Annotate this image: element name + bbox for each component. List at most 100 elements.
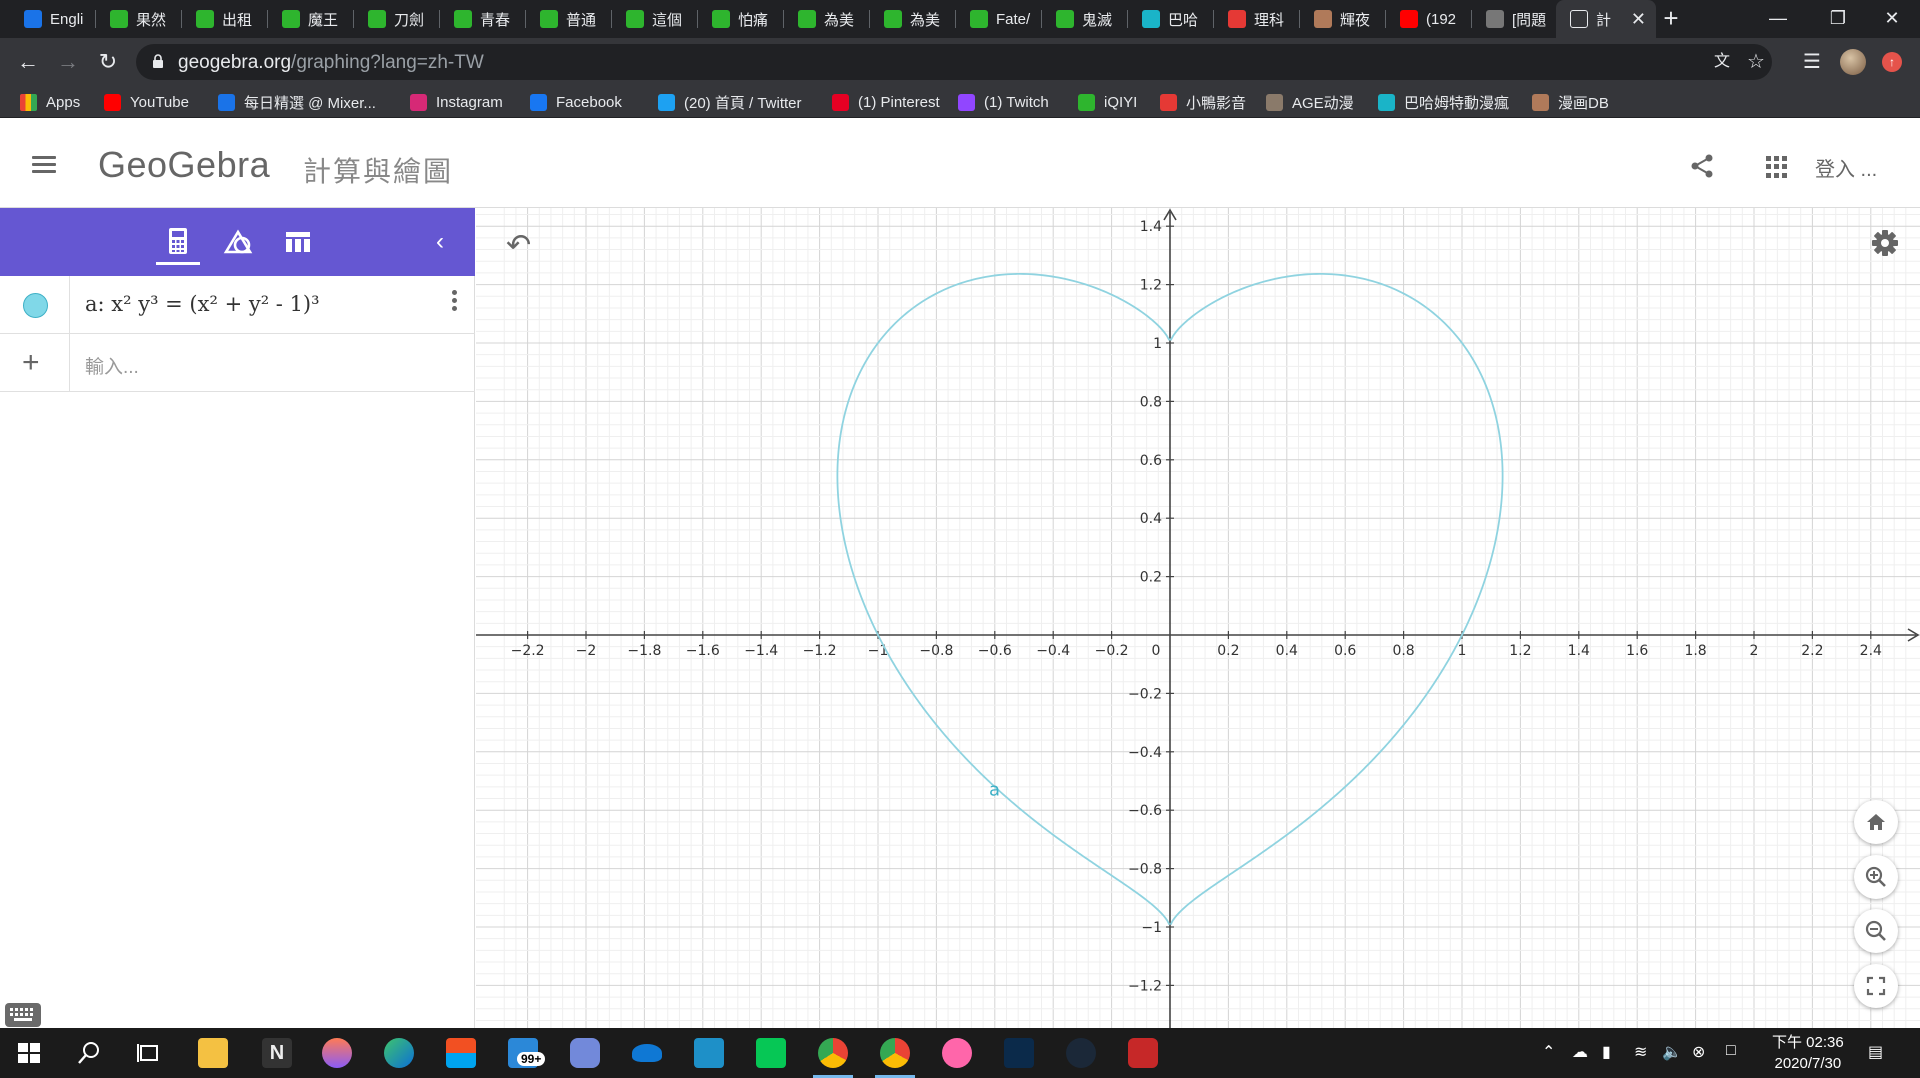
extension-icon[interactable]: ↑	[1882, 52, 1902, 72]
bookmark-item[interactable]: Instagram	[410, 92, 503, 112]
clock[interactable]: 下午 02:36 2020/7/30	[1772, 1032, 1844, 1074]
graphics-view[interactable]: −2.2 −2 −1.8 −1.6 −1.4 −1.2 −1 −0.8 −0.6 −0.4 −0.2…	[476, 208, 1920, 1028]
line-app-icon[interactable]	[756, 1038, 786, 1068]
garena-icon[interactable]	[1128, 1038, 1158, 1068]
ime-icon[interactable]: □	[1726, 1042, 1736, 1060]
algebra-input[interactable]: 輸入...	[85, 352, 139, 379]
paint-drop-icon[interactable]	[322, 1038, 352, 1068]
camera-app-icon[interactable]	[694, 1038, 724, 1068]
task-view-icon[interactable]	[134, 1038, 164, 1068]
chrome-icon[interactable]	[818, 1038, 848, 1068]
bookmark-item[interactable]: 每日精選 @ Mixer...	[218, 92, 376, 112]
keyboard-icon[interactable]	[5, 1003, 41, 1027]
discord-icon[interactable]	[570, 1038, 600, 1068]
notion-icon[interactable]: N	[262, 1038, 292, 1068]
share-icon[interactable]	[1688, 152, 1716, 180]
bookmark-item[interactable]: 小鴨影音	[1160, 92, 1246, 112]
algebra-expression[interactable]: a: x² y³ = (x² + y² - 1)³	[85, 292, 320, 316]
bookmark-item[interactable]: YouTube	[104, 92, 189, 112]
tray-chevron-icon[interactable]: ⌃	[1542, 1042, 1555, 1062]
graph-canvas[interactable]: −2.2 −2 −1.8 −1.6 −1.4 −1.2 −1 −0.8 −0.6 −0.4 −0.2…	[476, 208, 1920, 1028]
search-icon[interactable]	[74, 1038, 104, 1068]
browser-tab[interactable]: 輝夜	[1300, 0, 1386, 38]
algebra-input-gutter: +	[0, 334, 70, 392]
apps-grid-icon[interactable]	[1766, 156, 1788, 178]
algebra-item[interactable]: a: x² y³ = (x² + y² - 1)³	[0, 276, 475, 334]
collapse-panel-icon[interactable]: ‹	[436, 228, 444, 256]
onedrive-tray-icon[interactable]: ☁	[1572, 1042, 1588, 1062]
visibility-toggle[interactable]	[23, 293, 48, 318]
home-view-button[interactable]	[1854, 800, 1898, 844]
bookmark-item[interactable]: iQIYI	[1078, 92, 1137, 112]
settings-gear-icon[interactable]	[1870, 228, 1900, 258]
reload-button[interactable]: ↻	[94, 48, 122, 76]
browser-tab[interactable]: [問題	[1472, 0, 1558, 38]
browser-tab[interactable]: 理科	[1214, 0, 1300, 38]
bookmark-item[interactable]: 漫画DB	[1532, 92, 1609, 112]
table-icon[interactable]	[280, 224, 316, 260]
calculator-icon[interactable]	[160, 224, 196, 260]
menu-icon[interactable]	[32, 156, 56, 174]
bookmark-item[interactable]: (20) 首頁 / Twitter	[658, 92, 802, 112]
store-icon[interactable]	[446, 1038, 476, 1068]
app-launcher-icon[interactable]	[1004, 1038, 1034, 1068]
bookmark-star-icon[interactable]: ☆	[1744, 50, 1768, 74]
volume-icon[interactable]: 🔈	[1662, 1042, 1682, 1062]
chrome-profile-icon[interactable]	[880, 1038, 910, 1068]
browser-tab[interactable]: 出租	[182, 0, 268, 38]
login-button[interactable]: 登入 ...	[1815, 153, 1877, 182]
address-bar[interactable]: geogebra.org/graphing?lang=zh-TW 文 ☆	[136, 44, 1772, 80]
translate-icon[interactable]: 文	[1710, 50, 1734, 74]
bookmark-item[interactable]: Facebook	[530, 92, 622, 112]
browser-tab[interactable]: 為美	[870, 0, 956, 38]
steam-icon[interactable]	[1066, 1038, 1096, 1068]
more-options-icon[interactable]	[452, 290, 458, 314]
geometry-tools-icon[interactable]	[220, 224, 256, 260]
bookmark-item[interactable]: (1) Pinterest	[832, 92, 940, 112]
windows-start-icon[interactable]	[14, 1038, 44, 1068]
browser-tab[interactable]: 普通	[526, 0, 612, 38]
plus-icon[interactable]: +	[22, 346, 40, 380]
geogebra-logo[interactable]: GeoGebra	[98, 144, 270, 186]
browser-tab[interactable]: 怕痛	[698, 0, 784, 38]
browser-tab-active[interactable]: 計 ✕	[1556, 0, 1656, 38]
new-tab-button[interactable]: +	[1656, 4, 1686, 34]
bookmark-item[interactable]: (1) Twitch	[958, 92, 1049, 112]
browser-tab[interactable]: 巴哈	[1128, 0, 1214, 38]
onedrive-icon[interactable]	[632, 1044, 662, 1062]
undo-icon[interactable]: ↶	[506, 228, 531, 263]
bookmark-item[interactable]: Apps	[20, 92, 80, 112]
algebra-input-row[interactable]: + 輸入...	[0, 334, 475, 392]
browser-tab[interactable]: 魔王	[268, 0, 354, 38]
browser-tab[interactable]: 鬼滅	[1042, 0, 1128, 38]
bookmark-item[interactable]: 巴哈姆特動漫瘋	[1378, 92, 1509, 112]
edge-browser-icon[interactable]	[384, 1038, 414, 1068]
wifi-icon[interactable]: ≋	[1634, 1042, 1647, 1062]
browser-tab[interactable]: Fate/	[956, 0, 1042, 38]
browser-tab[interactable]: 這個	[612, 0, 698, 38]
zoom-in-button[interactable]	[1854, 855, 1898, 899]
profile-avatar[interactable]	[1840, 49, 1866, 75]
action-center-icon[interactable]: ▤	[1868, 1042, 1883, 1062]
browser-tab[interactable]: 為美	[784, 0, 870, 38]
osu-icon[interactable]	[942, 1038, 972, 1068]
url-text: geogebra.org/graphing?lang=zh-TW	[178, 52, 484, 74]
close-tab-icon[interactable]: ✕	[1631, 9, 1646, 30]
maximize-button[interactable]: ❐	[1808, 0, 1868, 36]
bookmark-item[interactable]: AGE动漫	[1266, 92, 1354, 112]
battery-icon[interactable]: ▮	[1602, 1042, 1611, 1062]
browser-tab[interactable]: 青春	[440, 0, 526, 38]
file-explorer-icon[interactable]	[198, 1038, 228, 1068]
zoom-out-button[interactable]	[1854, 909, 1898, 953]
notification-off-icon[interactable]: ⊗	[1692, 1042, 1705, 1062]
media-control-icon[interactable]: ☰	[1798, 48, 1826, 76]
browser-tab[interactable]: Engli	[10, 0, 96, 38]
browser-tab[interactable]: 刀劍	[354, 0, 440, 38]
browser-tab[interactable]: (192	[1386, 0, 1472, 38]
browser-tab[interactable]: 果然	[96, 0, 182, 38]
close-window-button[interactable]: ✕	[1862, 0, 1920, 36]
back-button[interactable]: ←	[14, 48, 42, 76]
fullscreen-button[interactable]	[1854, 964, 1898, 1008]
forward-button[interactable]: →	[54, 48, 82, 76]
minimize-button[interactable]: —	[1748, 0, 1808, 36]
